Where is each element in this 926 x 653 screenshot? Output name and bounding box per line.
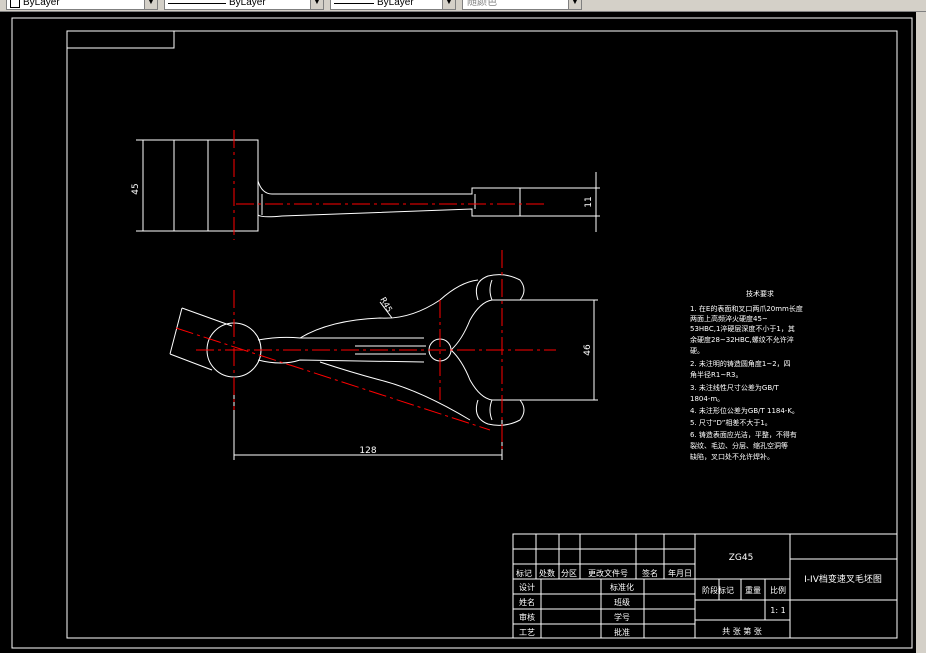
lineweight-preview-icon <box>334 2 374 4</box>
weight-label: 重量 <box>745 585 761 595</box>
tech-req-line: 5. 尺寸“D”相差不大于1。 <box>690 418 772 427</box>
rev-header: 分区 <box>561 569 577 578</box>
dim-top-height: 45 <box>131 183 141 194</box>
tech-req-title: 技术要求 <box>746 289 774 298</box>
scale-label: 比例 <box>770 585 786 595</box>
tech-req-line: 裂纹、毛边、分层、缩孔空洞等 <box>690 441 788 450</box>
sheet-outer-border <box>11 17 913 649</box>
tech-req-line: 两面上高频淬火硬度45~ <box>690 314 768 323</box>
vertical-scrollbar[interactable] <box>916 12 926 653</box>
material-label: ZG45 <box>729 553 754 563</box>
dim-fork-opening: 46 <box>583 344 593 356</box>
top-view <box>136 139 600 232</box>
rev-header: 处数 <box>539 568 555 578</box>
technical-requirements: 技术要求 1. 在E的表面和叉口两爪20mm长度 两面上高频淬火硬度45~ 53… <box>690 289 803 461</box>
front-view-centerlines <box>175 250 556 450</box>
rev-header: 更改文件号 <box>588 568 628 578</box>
chevron-down-icon[interactable]: ▼ <box>442 0 455 9</box>
standardize-label: 标准化 <box>610 582 634 592</box>
linetype-preview-icon <box>168 2 226 4</box>
layer-combo[interactable]: ByLayer ▼ <box>6 0 158 10</box>
scale-value: 1: 1 <box>770 606 785 615</box>
drawing-canvas[interactable]: 45 11 128 46 R45 技术要求 1. 在E的表面和叉口两爪20mm长… <box>0 12 916 653</box>
chevron-down-icon[interactable]: ▼ <box>310 0 323 9</box>
sheet-count: 共 张 第 张 <box>722 626 762 636</box>
tech-req-line: 53HBC,1淬硬层深度不小于1，其 <box>690 324 795 333</box>
top-view-centerlines <box>233 130 545 240</box>
class-label: 班级 <box>614 597 630 607</box>
review-label: 审核 <box>519 612 535 622</box>
rev-header: 年月日 <box>668 568 692 578</box>
rev-header: 签名 <box>642 568 658 578</box>
tech-req-line: 缺陷，叉口处不允许焊补。 <box>690 452 774 461</box>
name-label: 姓名 <box>519 597 535 607</box>
approve-label: 批准 <box>614 627 630 637</box>
tech-req-line: 硬。 <box>690 347 704 355</box>
tech-req-line: 1804-m。 <box>690 395 724 403</box>
reverse-title-box <box>66 30 175 49</box>
part-name: I-IV档变速叉毛坯图 <box>804 573 882 585</box>
dim-radius: R45 <box>378 296 394 314</box>
student-no-label: 学号 <box>614 612 630 622</box>
properties-toolbar: ByLayer ▼ ByLayer ▼ ByLayer ▼ 随颜色 ▼ <box>0 0 926 12</box>
design-label: 设计 <box>519 582 535 592</box>
tech-req-line: 角半径R1~R3。 <box>690 370 743 379</box>
tech-req-line: 2. 未注明的铸造圆角度1~2，四 <box>690 359 791 368</box>
tech-req-line: 3. 未注线性尺寸公差为GB/T <box>690 383 779 392</box>
stage-mark-label: 阶段标记 <box>702 585 734 595</box>
rev-header: 标记 <box>516 568 532 578</box>
lineweight-combo[interactable]: ByLayer ▼ <box>330 0 456 10</box>
process-label: 工艺 <box>519 628 535 637</box>
dim-shaft-diameter: 11 <box>584 196 594 207</box>
color-combo[interactable]: 随颜色 ▼ <box>462 0 582 10</box>
sheet-inner-border <box>66 30 898 639</box>
dim-overall-length: 128 <box>359 446 376 456</box>
chevron-down-icon[interactable]: ▼ <box>144 0 157 9</box>
tech-req-line: 余硬度28~32HBC,螺纹不允许淬 <box>690 335 794 344</box>
tech-req-line: 6. 铸造表面应光洁，平整，不得有 <box>690 430 797 439</box>
tech-req-line: 4. 未注形位公差为GB/T 1184-K。 <box>690 406 799 415</box>
chevron-down-icon[interactable]: ▼ <box>568 0 581 9</box>
linetype-combo[interactable]: ByLayer ▼ <box>164 0 324 10</box>
color-swatch-icon <box>10 0 20 8</box>
tech-req-line: 1. 在E的表面和叉口两爪20mm长度 <box>690 304 803 313</box>
